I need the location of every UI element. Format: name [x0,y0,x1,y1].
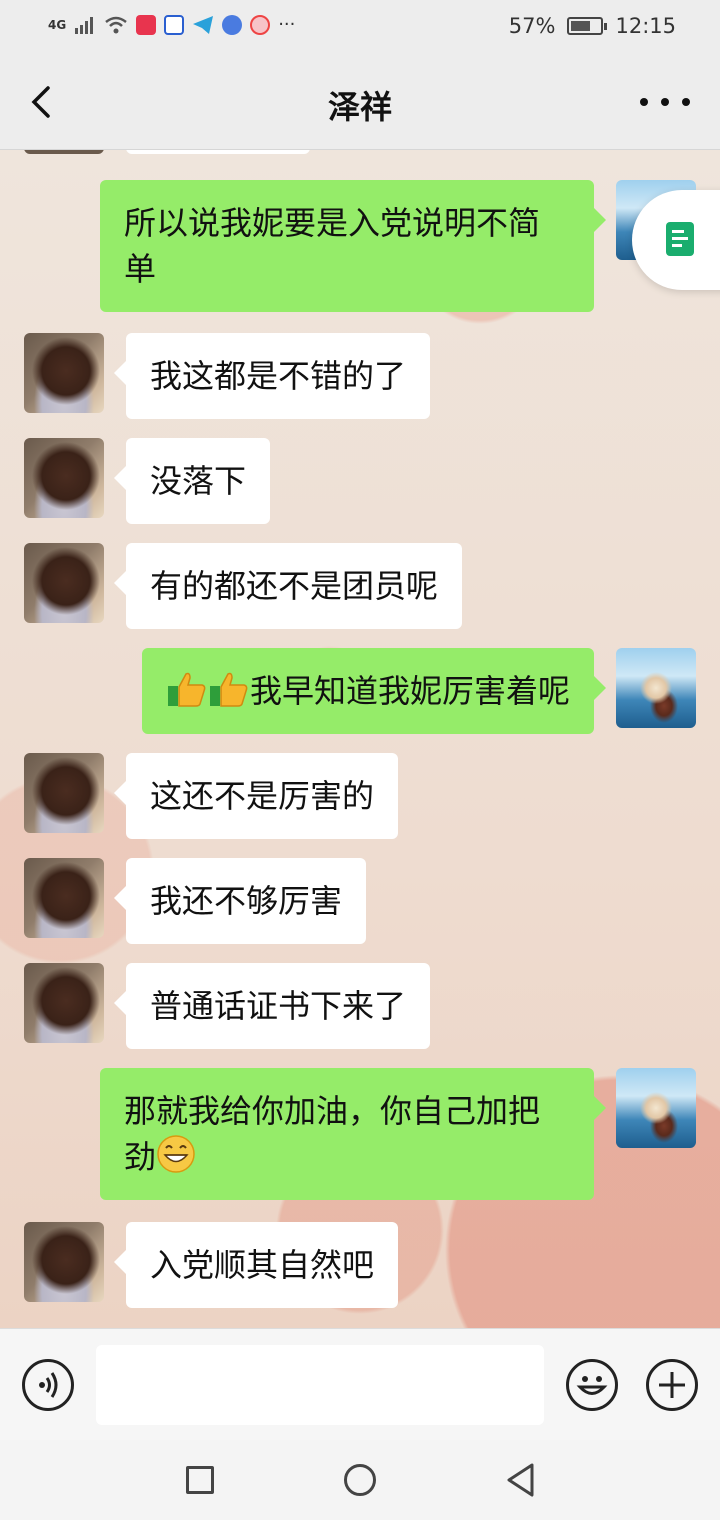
message-row-me: 那就我给你加油，你自己加把劲 [100,1068,696,1200]
more-dot [640,98,648,106]
thumbs-up-icon [167,672,206,707]
more-dot [682,98,690,106]
message-row-friend: 有的都还不是团员呢 [24,543,463,629]
message-bubble[interactable]: 入党顺其自然吧 [113,1222,399,1308]
chat-header: 泽祥 [0,56,720,150]
clock: 12:15 [615,14,676,38]
emoji-button[interactable] [566,1359,618,1411]
home-button[interactable] [344,1464,376,1496]
message-bubble[interactable]: 我这都是不错的了 [113,333,431,419]
battery-percent: 57% [508,14,556,38]
message-row-friend: 普通话证书下来了 [24,963,431,1049]
telegram-icon [193,15,214,34]
more-notifications: ··· [278,14,296,35]
wifi-icon [105,16,127,33]
message-bubble[interactable]: 有的都还不是团员呢 [113,543,463,629]
message-row-friend: 没落下 [24,438,271,524]
message-bubble[interactable]: 我早知道我妮厉害着呢 [141,648,607,734]
avatar-friend[interactable] [24,753,104,833]
more-button[interactable] [640,80,690,124]
plus-icon [659,1372,685,1398]
avatar-friend[interactable] [24,858,104,938]
message-row-friend: 我还不够厉害 [24,858,367,944]
message-bubble[interactable]: 这还不是厉害的 [113,753,399,839]
message-row-me: 所以说我妮要是入党说明不简单 [100,180,696,312]
message-row-friend: 入党顺其自然吧 [24,1222,399,1308]
message-text: 所以说我妮要是入党说明不简单 [124,204,541,288]
voice-icon [39,1372,58,1398]
system-nav-bar [0,1440,720,1520]
message-input[interactable] [96,1345,544,1425]
recent-apps-button[interactable] [186,1466,214,1494]
chat-title: 泽祥 [327,88,392,126]
signal-icon [75,16,94,34]
message-text: 有的都还不是团员呢 [150,567,439,605]
pig-notification-icon [250,14,271,35]
battery-icon [567,17,608,35]
message-bubble[interactable]: 普通话证书下来了 [113,963,431,1049]
plus-button[interactable] [646,1359,698,1411]
previous-avatar-fragment [24,150,104,154]
thumbs-up-icon [209,672,248,707]
avatar-friend[interactable] [24,438,104,518]
message-text: 入党顺其自然吧 [150,1246,375,1284]
avatar-friend[interactable] [24,543,104,623]
grin-emoji-icon [157,1135,195,1173]
message-text: 我早知道我妮厉害着呢 [249,672,570,710]
chat-area[interactable]: 所以说我妮要是入党说明不简单 我这都是不错的了 没落下 有的都还不是团员呢 我早… [0,150,720,1328]
message-text: 我这都是不错的了 [150,357,407,395]
music-notification-icon [222,14,243,35]
network-label: 4G [48,17,67,32]
avatar-friend[interactable] [24,963,104,1043]
message-bubble[interactable]: 没落下 [113,438,271,524]
emoji-icon [576,1376,608,1395]
voice-button[interactable] [22,1359,74,1411]
message-text: 普通话证书下来了 [150,987,407,1025]
more-dot [661,98,669,106]
message-bubble[interactable]: 所以说我妮要是入党说明不简单 [100,180,606,312]
message-bubble[interactable]: 那就我给你加油，你自己加把劲 [100,1068,606,1200]
message-text: 我还不够厉害 [150,882,343,920]
message-text: 没落下 [150,462,247,500]
document-icon [666,222,694,256]
message-row-friend: 这还不是厉害的 [24,753,399,839]
message-row-me: 我早知道我妮厉害着呢 [141,648,696,734]
avatar-friend[interactable] [24,1222,104,1302]
avatar-me[interactable] [616,648,696,728]
message-row-friend: 我这都是不错的了 [24,333,431,419]
input-bar [0,1328,720,1440]
nav-back-button[interactable] [504,1462,538,1498]
status-left: 4G ··· [48,14,295,35]
avatar-friend[interactable] [24,333,104,413]
avatar-me[interactable] [616,1068,696,1148]
baidu-notification-icon [164,14,185,35]
app-notification-icon [136,14,157,35]
previous-message-fragment [126,150,310,154]
message-bubble[interactable]: 我还不够厉害 [113,858,367,944]
status-bar: 4G ··· 57% 12:15 [0,0,720,56]
status-right: 57% 12:15 [509,14,676,38]
message-text: 这还不是厉害的 [150,777,375,815]
